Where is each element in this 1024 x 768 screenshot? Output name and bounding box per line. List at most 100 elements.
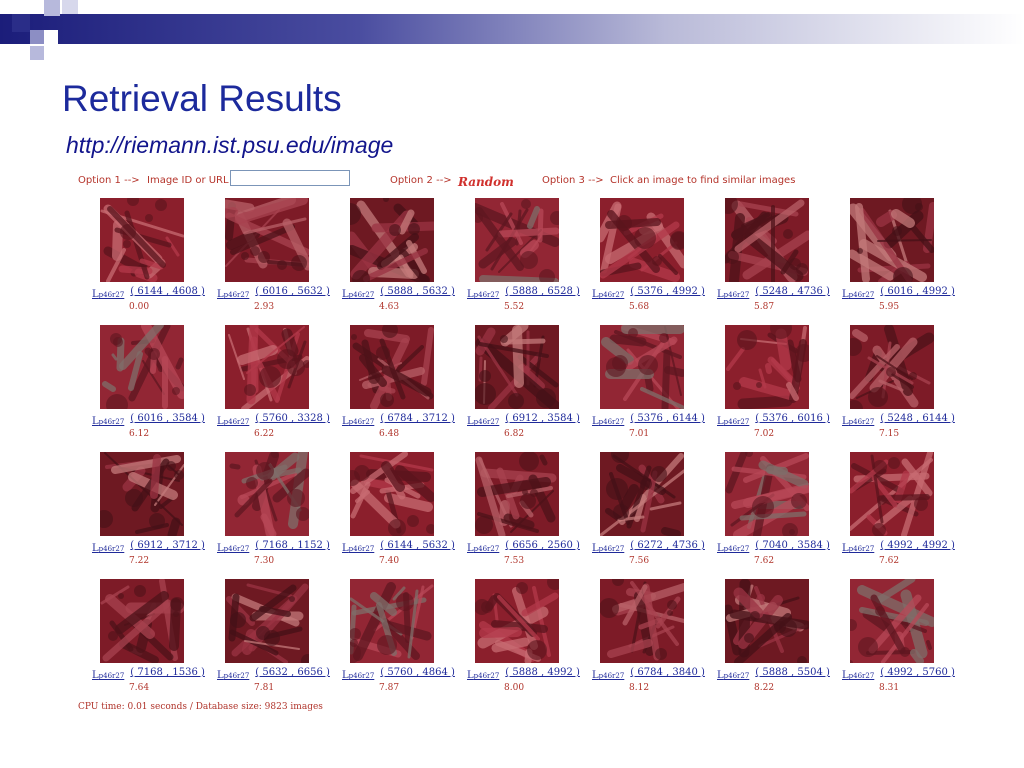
result-thumbnail[interactable]	[225, 325, 309, 409]
coordinate-link[interactable]: ( 5760 , 4864 )	[380, 667, 455, 678]
result-thumbnail[interactable]	[725, 325, 809, 409]
result-thumbnail[interactable]	[100, 579, 184, 663]
coordinate-link[interactable]: ( 5248 , 6144 )	[880, 413, 955, 424]
result-thumbnail[interactable]	[475, 325, 559, 409]
image-id-link[interactable]: Lp46r27	[467, 416, 499, 427]
image-id-link[interactable]: Lp46r27	[842, 416, 874, 427]
image-id-link[interactable]: Lp46r27	[342, 289, 374, 300]
image-id-link[interactable]: Lp46r27	[592, 289, 624, 300]
coordinate-link[interactable]: ( 5888 , 4992 )	[505, 667, 580, 678]
result-thumbnail[interactable]	[725, 579, 809, 663]
image-id-link[interactable]: Lp46r27	[342, 543, 374, 554]
image-id-link[interactable]: Lp46r27	[217, 289, 249, 300]
result-thumbnail[interactable]	[850, 198, 934, 282]
image-id-link[interactable]: Lp46r27	[717, 416, 749, 427]
coordinate-link[interactable]: ( 5376 , 6144 )	[630, 413, 705, 424]
image-id-link[interactable]: Lp46r27	[717, 289, 749, 300]
coordinate-link[interactable]: ( 5376 , 4992 )	[630, 286, 705, 297]
image-id-link[interactable]: Lp46r27	[717, 543, 749, 554]
image-id-link[interactable]: Lp46r27	[842, 670, 874, 681]
distance-score: 7.22	[129, 556, 150, 566]
distance-score: 7.30	[254, 556, 275, 566]
coordinate-link[interactable]: ( 5888 , 6528 )	[505, 286, 580, 297]
coordinate-link[interactable]: ( 5888 , 5632 )	[380, 286, 455, 297]
image-id-link[interactable]: Lp46r27	[217, 670, 249, 681]
result-thumbnail[interactable]	[600, 198, 684, 282]
logo-square	[44, 0, 60, 16]
result-thumbnail[interactable]	[225, 452, 309, 536]
image-id-input[interactable]	[230, 170, 350, 186]
image-id-link[interactable]: Lp46r27	[217, 543, 249, 554]
image-id-link[interactable]: Lp46r27	[467, 543, 499, 554]
image-id-link[interactable]: Lp46r27	[342, 416, 374, 427]
result-thumbnail[interactable]	[475, 198, 559, 282]
coordinate-link[interactable]: ( 4992 , 5760 )	[880, 667, 955, 678]
image-id-link[interactable]: Lp46r27	[592, 543, 624, 554]
option2-label: Option 2 -->	[390, 175, 452, 186]
result-thumbnail[interactable]	[600, 579, 684, 663]
image-id-link[interactable]: Lp46r27	[592, 670, 624, 681]
result-thumbnail[interactable]	[350, 452, 434, 536]
coordinate-link[interactable]: ( 6144 , 4608 )	[130, 286, 205, 297]
coordinate-link[interactable]: ( 6912 , 3584 )	[505, 413, 580, 424]
result-links: Lp46r27 ( 6144 , 5632 )	[342, 540, 455, 554]
coordinate-link[interactable]: ( 7168 , 1152 )	[255, 540, 330, 551]
image-id-link[interactable]: Lp46r27	[217, 416, 249, 427]
result-thumbnail[interactable]	[225, 198, 309, 282]
distance-score: 6.48	[379, 429, 400, 439]
coordinate-link[interactable]: ( 6912 , 3712 )	[130, 540, 205, 551]
coordinate-link[interactable]: ( 5760 , 3328 )	[255, 413, 330, 424]
result-thumbnail[interactable]	[850, 325, 934, 409]
image-id-link[interactable]: Lp46r27	[592, 416, 624, 427]
image-id-link[interactable]: Lp46r27	[342, 670, 374, 681]
coordinate-link[interactable]: ( 6016 , 5632 )	[255, 286, 330, 297]
result-thumbnail[interactable]	[600, 452, 684, 536]
result-thumbnail[interactable]	[600, 325, 684, 409]
coordinate-link[interactable]: ( 6016 , 4992 )	[880, 286, 955, 297]
result-thumbnail[interactable]	[100, 198, 184, 282]
coordinate-link[interactable]: ( 6784 , 3712 )	[380, 413, 455, 424]
result-links: Lp46r27 ( 7168 , 1536 )	[92, 667, 205, 681]
image-id-link[interactable]: Lp46r27	[467, 670, 499, 681]
result-thumbnail[interactable]	[225, 579, 309, 663]
result-item: Lp46r27 ( 6272 , 4736 ) 7.56	[588, 450, 713, 577]
result-thumbnail[interactable]	[350, 579, 434, 663]
image-id-label: Image ID or URL	[147, 175, 229, 186]
result-thumbnail[interactable]	[475, 452, 559, 536]
result-thumbnail[interactable]	[350, 198, 434, 282]
result-thumbnail[interactable]	[725, 452, 809, 536]
image-id-link[interactable]: Lp46r27	[92, 543, 124, 554]
result-thumbnail[interactable]	[850, 452, 934, 536]
image-id-link[interactable]: Lp46r27	[717, 670, 749, 681]
result-links: Lp46r27 ( 6656 , 2560 )	[467, 540, 580, 554]
result-thumbnail[interactable]	[100, 452, 184, 536]
result-item: Lp46r27 ( 4992 , 5760 ) 8.31	[838, 577, 963, 704]
result-links: Lp46r27 ( 6912 , 3584 )	[467, 413, 580, 427]
coordinate-link[interactable]: ( 5888 , 5504 )	[755, 667, 830, 678]
coordinate-link[interactable]: ( 7168 , 1536 )	[130, 667, 205, 678]
coordinate-link[interactable]: ( 4992 , 4992 )	[880, 540, 955, 551]
result-links: Lp46r27 ( 6272 , 4736 )	[592, 540, 705, 554]
coordinate-link[interactable]: ( 6016 , 3584 )	[130, 413, 205, 424]
random-button[interactable]: Random	[458, 175, 514, 189]
coordinate-link[interactable]: ( 5632 , 6656 )	[255, 667, 330, 678]
image-id-link[interactable]: Lp46r27	[842, 543, 874, 554]
image-id-link[interactable]: Lp46r27	[842, 289, 874, 300]
coordinate-link[interactable]: ( 7040 , 3584 )	[755, 540, 830, 551]
coordinate-link[interactable]: ( 5376 , 6016 )	[755, 413, 830, 424]
image-id-link[interactable]: Lp46r27	[467, 289, 499, 300]
result-thumbnail[interactable]	[350, 325, 434, 409]
image-id-link[interactable]: Lp46r27	[92, 670, 124, 681]
result-thumbnail[interactable]	[475, 579, 559, 663]
result-thumbnail[interactable]	[725, 198, 809, 282]
coordinate-link[interactable]: ( 6144 , 5632 )	[380, 540, 455, 551]
result-item: Lp46r27 ( 7168 , 1152 ) 7.30	[213, 450, 338, 577]
coordinate-link[interactable]: ( 5248 , 4736 )	[755, 286, 830, 297]
image-id-link[interactable]: Lp46r27	[92, 416, 124, 427]
image-id-link[interactable]: Lp46r27	[92, 289, 124, 300]
result-thumbnail[interactable]	[850, 579, 934, 663]
coordinate-link[interactable]: ( 6784 , 3840 )	[630, 667, 705, 678]
coordinate-link[interactable]: ( 6272 , 4736 )	[630, 540, 705, 551]
coordinate-link[interactable]: ( 6656 , 2560 )	[505, 540, 580, 551]
result-thumbnail[interactable]	[100, 325, 184, 409]
